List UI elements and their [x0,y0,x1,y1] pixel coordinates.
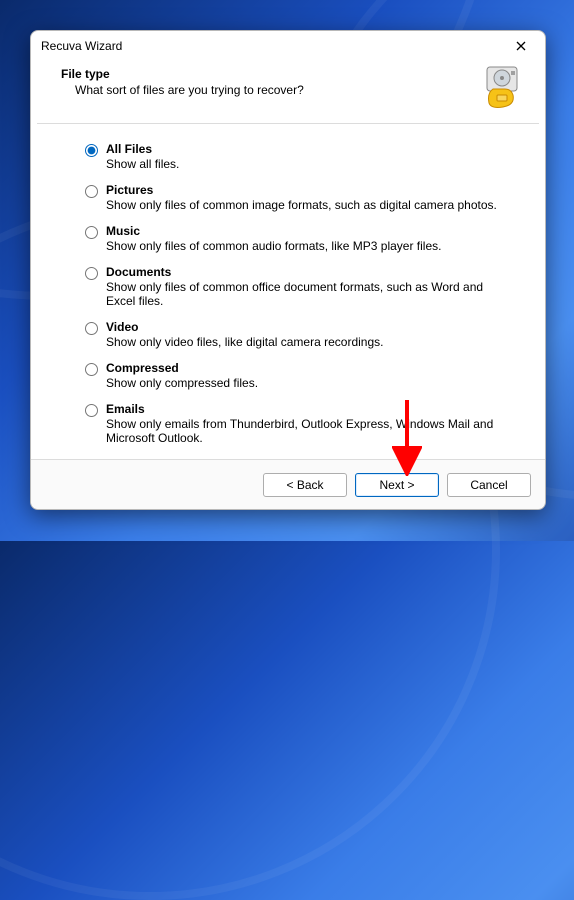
option-label: Compressed [106,361,515,375]
option-desc: Show only compressed files. [106,376,515,390]
option-desc: Show only video files, like digital came… [106,335,515,349]
option-desc: Show only emails from Thunderbird, Outlo… [106,417,515,445]
back-button[interactable]: < Back [263,473,347,497]
close-icon[interactable] [507,35,535,57]
recuva-wizard-dialog: Recuva Wizard File type What sort of fil… [30,30,546,510]
option-label: All Files [106,142,515,156]
wizard-footer: < Back Next > Cancel [31,459,545,509]
option-pictures[interactable]: Pictures Show only files of common image… [85,183,515,212]
option-all-files[interactable]: All Files Show all files. [85,142,515,171]
wizard-header-text: File type What sort of files are you try… [61,67,473,97]
option-documents[interactable]: Documents Show only files of common offi… [85,265,515,308]
radio-documents[interactable] [85,267,98,280]
option-desc: Show only files of common image formats,… [106,198,515,212]
option-desc: Show only files of common audio formats,… [106,239,515,253]
page-title: File type [61,67,473,81]
radio-pictures[interactable] [85,185,98,198]
option-music[interactable]: Music Show only files of common audio fo… [85,224,515,253]
radio-video[interactable] [85,322,98,335]
page-subtitle: What sort of files are you trying to rec… [61,83,473,97]
radio-compressed[interactable] [85,363,98,376]
option-compressed[interactable]: Compressed Show only compressed files. [85,361,515,390]
option-label: Video [106,320,515,334]
option-label: Documents [106,265,515,279]
option-label: Pictures [106,183,515,197]
next-button[interactable]: Next > [355,473,439,497]
radio-music[interactable] [85,226,98,239]
option-video[interactable]: Video Show only video files, like digita… [85,320,515,349]
option-emails[interactable]: Emails Show only emails from Thunderbird… [85,402,515,445]
radio-all-files[interactable] [85,144,98,157]
option-desc: Show all files. [106,157,515,171]
options-list: All Files Show all files. Pictures Show … [31,124,545,459]
option-desc: Show only files of common office documen… [106,280,515,308]
option-label: Emails [106,402,515,416]
cancel-button[interactable]: Cancel [447,473,531,497]
wizard-header: File type What sort of files are you try… [31,61,545,123]
option-label: Music [106,224,515,238]
radio-emails[interactable] [85,404,98,417]
titlebar: Recuva Wizard [31,31,545,61]
window-title: Recuva Wizard [41,39,507,53]
hard-drive-recovery-icon [481,65,525,109]
